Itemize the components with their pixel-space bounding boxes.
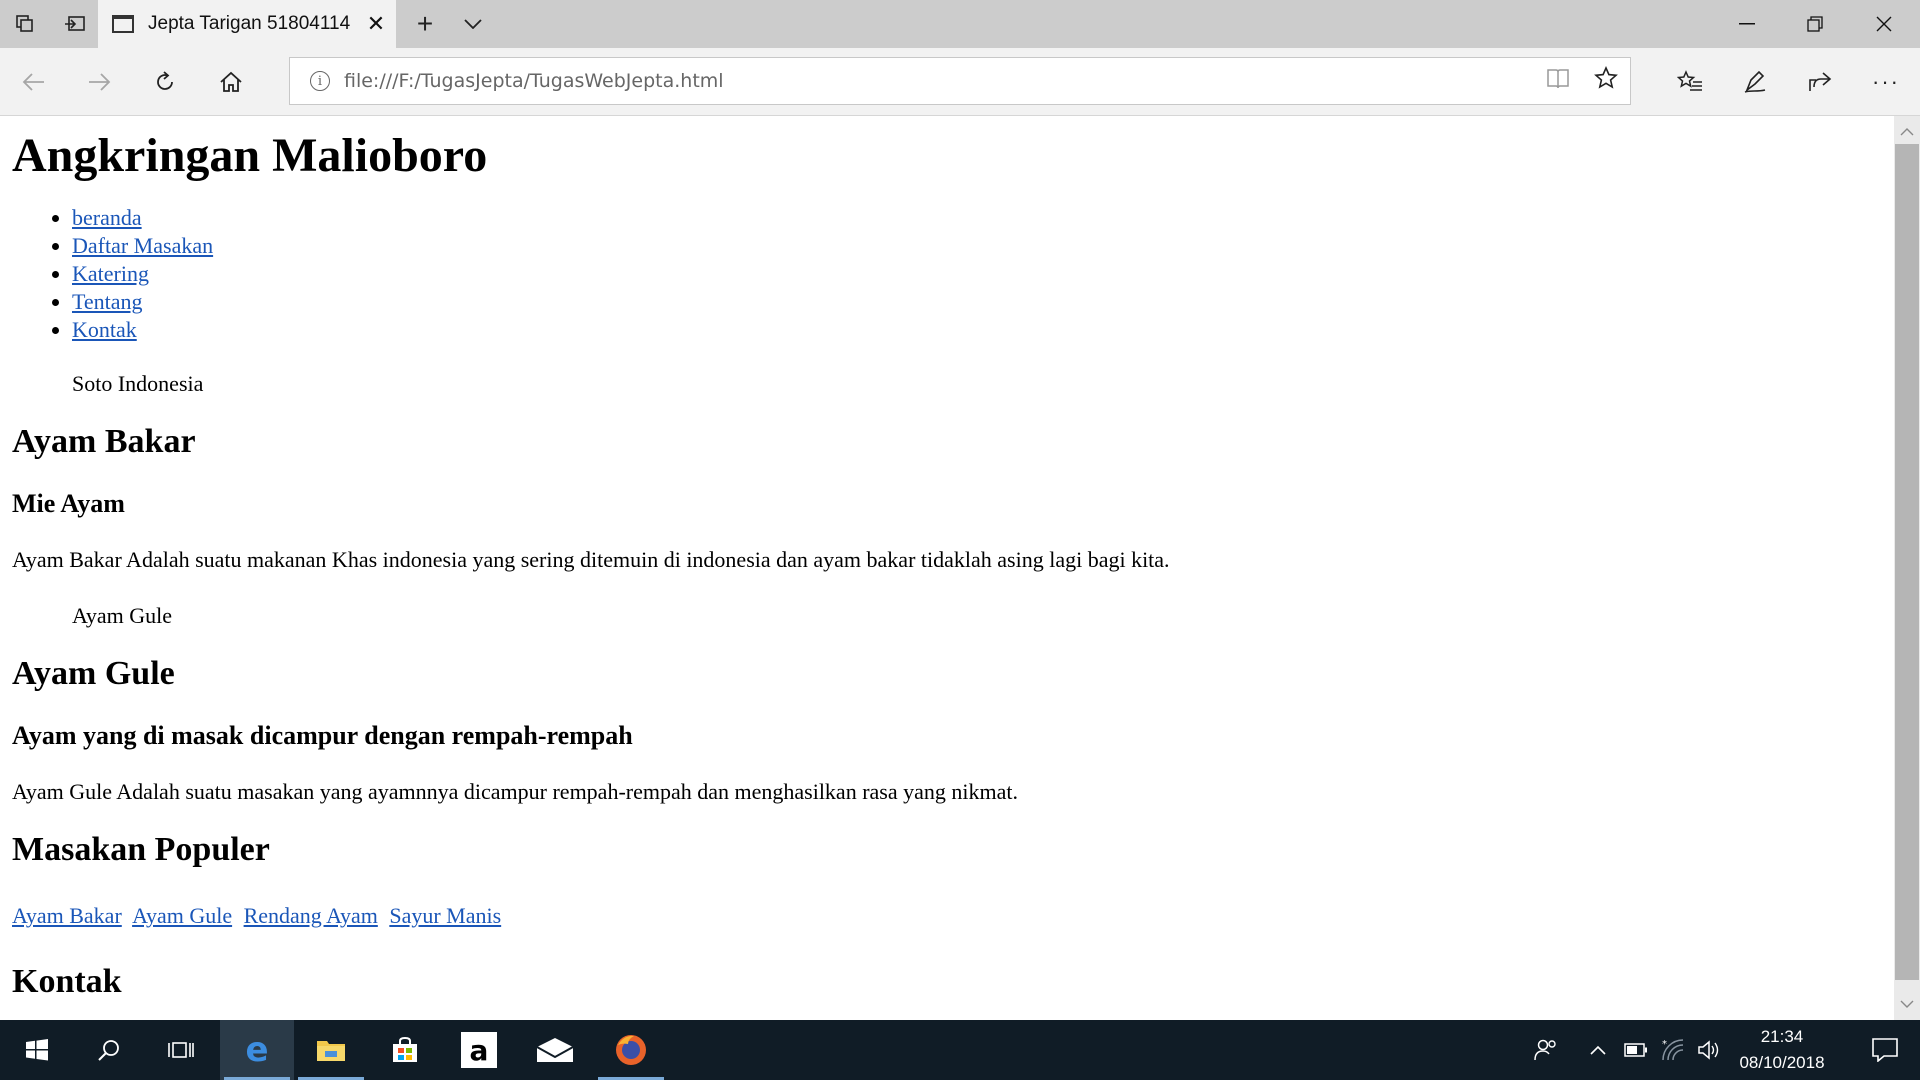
store-icon[interactable] bbox=[368, 1020, 442, 1080]
window-close-icon[interactable] bbox=[1850, 0, 1918, 48]
ellipsis-icon[interactable]: ··· bbox=[1862, 58, 1910, 106]
share-icon[interactable] bbox=[1796, 58, 1844, 106]
info-icon[interactable]: i bbox=[310, 71, 330, 91]
tabs-icon[interactable] bbox=[0, 0, 50, 48]
people-icon[interactable] bbox=[1526, 1020, 1566, 1080]
nav-item: Katering bbox=[72, 260, 1894, 288]
address-bar[interactable]: i file:///F:/TugasJepta/TugasWebJepta.ht… bbox=[289, 57, 1631, 105]
nav-item: Tentang bbox=[72, 288, 1894, 316]
home-icon[interactable] bbox=[207, 58, 255, 106]
scrollbar-thumb[interactable] bbox=[1895, 144, 1919, 980]
windows-start-icon[interactable] bbox=[0, 1020, 74, 1080]
wifi-icon[interactable]: * bbox=[1656, 1020, 1692, 1080]
minimize-icon[interactable] bbox=[1713, 0, 1781, 48]
restore-icon[interactable] bbox=[1781, 0, 1849, 48]
nav-item: beranda bbox=[72, 204, 1894, 232]
forward-arrow-icon[interactable] bbox=[75, 58, 123, 106]
set-aside-icon[interactable] bbox=[50, 0, 100, 48]
popular-link[interactable]: Ayam Bakar bbox=[12, 903, 122, 928]
amazon-icon[interactable]: a bbox=[442, 1020, 516, 1080]
mail-icon[interactable] bbox=[518, 1020, 592, 1080]
popular-links: Ayam Bakar Ayam Gule Rendang Ayam Sayur … bbox=[12, 902, 1894, 930]
nav-link-katering[interactable]: Katering bbox=[72, 261, 149, 286]
tab-title: Jepta Tarigan 51804114 bbox=[148, 13, 351, 34]
section-heading: Ayam Bakar bbox=[12, 423, 196, 460]
popular-heading: Masakan Populer bbox=[12, 831, 270, 868]
section-subheading: Mie Ayam bbox=[12, 489, 125, 518]
url-text[interactable]: file:///F:/TugasJepta/TugasWebJepta.html bbox=[344, 70, 1534, 92]
nav-link-kontak[interactable]: Kontak bbox=[72, 317, 137, 342]
battery-icon[interactable] bbox=[1618, 1020, 1654, 1080]
web-page: Angkringan Malioboro beranda Daftar Masa… bbox=[0, 116, 1894, 1020]
vertical-scrollbar[interactable] bbox=[1894, 116, 1920, 1020]
nav-item: Kontak bbox=[72, 316, 1894, 344]
book-icon[interactable] bbox=[1534, 67, 1582, 95]
favorites-list-icon[interactable] bbox=[1666, 58, 1714, 106]
nav-link-tentang[interactable]: Tentang bbox=[72, 289, 143, 314]
chevron-down-icon[interactable] bbox=[1894, 992, 1920, 1016]
back-arrow-icon[interactable] bbox=[10, 58, 58, 106]
section-heading: Ayam Gule bbox=[12, 655, 175, 692]
popular-link[interactable]: Ayam Gule bbox=[132, 903, 232, 928]
file-explorer-icon[interactable] bbox=[294, 1020, 368, 1080]
browser-toolbar: i file:///F:/TugasJepta/TugasWebJepta.ht… bbox=[0, 48, 1920, 116]
popular-link[interactable]: Rendang Ayam bbox=[244, 903, 378, 928]
pen-icon[interactable] bbox=[1731, 58, 1779, 106]
page-title: Angkringan Malioboro bbox=[12, 129, 488, 182]
clock-time: 21:34 bbox=[1760, 1027, 1804, 1046]
contact-heading: Kontak bbox=[12, 963, 122, 1000]
popular-link[interactable]: Sayur Manis bbox=[389, 903, 501, 928]
close-icon[interactable]: ✕ bbox=[356, 11, 396, 37]
browser-tab[interactable]: Jepta Tarigan 51804114 ✕ bbox=[98, 0, 396, 48]
chevron-up-icon[interactable] bbox=[1894, 120, 1920, 144]
action-center-icon[interactable] bbox=[1850, 1020, 1920, 1080]
chevron-up-icon[interactable] bbox=[1582, 1020, 1614, 1080]
firefox-icon[interactable] bbox=[594, 1020, 668, 1080]
browser-title-bar: Jepta Tarigan 51804114 ✕ + bbox=[0, 0, 1920, 48]
section-paragraph: Ayam Gule Adalah suatu masakan yang ayam… bbox=[12, 779, 1018, 804]
nav-list: beranda Daftar Masakan Katering Tentang … bbox=[0, 204, 1894, 344]
system-clock[interactable]: 21:34 08/10/2018 bbox=[1718, 1024, 1846, 1076]
refresh-icon[interactable] bbox=[141, 58, 189, 106]
page-icon bbox=[112, 15, 134, 33]
clock-date: 08/10/2018 bbox=[1739, 1053, 1825, 1072]
chevron-down-icon[interactable] bbox=[448, 0, 498, 48]
search-icon[interactable] bbox=[72, 1020, 146, 1080]
nav-item: Daftar Masakan bbox=[72, 232, 1894, 260]
task-view-icon[interactable] bbox=[144, 1020, 218, 1080]
star-icon[interactable] bbox=[1582, 66, 1630, 96]
nav-link-daftar-masakan[interactable]: Daftar Masakan bbox=[72, 233, 213, 258]
section-paragraph: Ayam Bakar Adalah suatu makanan Khas ind… bbox=[12, 547, 1170, 572]
svg-text:*: * bbox=[1662, 1039, 1667, 1050]
plus-icon[interactable]: + bbox=[400, 0, 450, 48]
image-alt-text: Soto Indonesia bbox=[72, 371, 204, 396]
nav-link-beranda[interactable]: beranda bbox=[72, 205, 142, 230]
image-alt-text: Ayam Gule bbox=[72, 603, 173, 628]
edge-icon[interactable]: e bbox=[220, 1020, 294, 1080]
windows-taskbar: e a * 21:34 08/10/2018 bbox=[0, 1020, 1920, 1080]
section-subheading: Ayam yang di masak dicampur dengan rempa… bbox=[12, 721, 633, 750]
